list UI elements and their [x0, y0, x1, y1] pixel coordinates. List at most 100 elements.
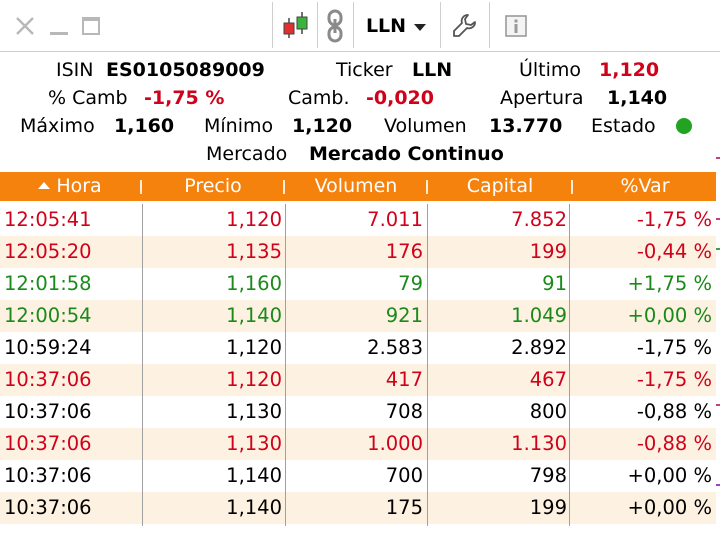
maximo-value: 1,160: [114, 115, 175, 137]
cell-precio: 1,130: [226, 432, 282, 455]
candlestick-icon: [283, 12, 308, 38]
mercado-value: Mercado Continuo: [309, 143, 504, 165]
cell-capital: 91: [542, 272, 567, 295]
isin-value: ES0105089009: [106, 59, 265, 81]
table-row[interactable]: 10:59:24 1,120 2.583 2.892 -1,75 %: [0, 332, 716, 364]
toolbar: LLN: [0, 0, 720, 52]
quote-summary: ISIN ES0105089009 Ticker LLN Último 1,12…: [0, 52, 720, 170]
trades-table-body: 12:05:41 1,120 7.011 7.852 -1,75 % 12:05:20 1,…: [0, 204, 716, 524]
cell-precio: 1,160: [226, 272, 282, 295]
cell-volumen: 79: [398, 272, 423, 295]
cell-volumen: 1.000: [367, 432, 423, 455]
column-header-precio[interactable]: Precio: [143, 172, 283, 201]
summary-row-3: Máximo 1,160 Mínimo 1,120 Volumen 13.770…: [0, 112, 720, 140]
maximize-icon: [82, 17, 100, 35]
cell-volumen: 175: [385, 496, 423, 519]
info-button[interactable]: [496, 0, 536, 52]
cell-var: -0,88 %: [636, 432, 712, 455]
ticker-label: Ticker: [336, 59, 393, 81]
cell-precio: 1,140: [226, 496, 282, 519]
minimize-button[interactable]: [46, 0, 72, 52]
cell-capital: 467: [529, 368, 567, 391]
cell-hora: 10:37:06: [4, 368, 92, 391]
cell-precio: 1,140: [226, 304, 282, 327]
cell-precio: 1,120: [226, 208, 282, 231]
chart-button[interactable]: [276, 0, 316, 52]
cell-volumen: 7.011: [367, 208, 423, 231]
isin-label: ISIN: [56, 59, 94, 81]
cell-var: -1,75 %: [636, 368, 712, 391]
ultimo-value: 1,120: [599, 59, 660, 81]
cell-capital: 2.892: [511, 336, 567, 359]
column-header-hora[interactable]: Hora: [0, 172, 140, 201]
cell-capital: 798: [529, 464, 567, 487]
maximo-label: Máximo: [20, 115, 95, 137]
table-row[interactable]: 10:37:06 1,130 1.000 1.130 -0,88 %: [0, 428, 716, 460]
cell-volumen: 176: [385, 240, 423, 263]
column-header-volumen[interactable]: Volumen: [286, 172, 426, 201]
ticker-dropdown[interactable]: LLN: [356, 0, 436, 52]
chevron-down-icon: [414, 23, 427, 31]
cell-var: -0,44 %: [636, 240, 712, 263]
cell-volumen: 417: [385, 368, 423, 391]
settings-button[interactable]: [444, 0, 484, 52]
table-row[interactable]: 12:05:41 1,120 7.011 7.852 -1,75 %: [0, 204, 716, 236]
cell-volumen: 700: [385, 464, 423, 487]
maximize-button[interactable]: [78, 0, 104, 52]
ticker-dropdown-value: LLN: [365, 15, 407, 37]
cell-precio: 1,120: [226, 336, 282, 359]
cell-capital: 1.049: [511, 304, 567, 327]
table-row[interactable]: 10:37:06 1,140 700 798 +0,00 %: [0, 460, 716, 492]
cell-hora: 12:00:54: [4, 304, 92, 327]
table-row[interactable]: 12:05:20 1,135 176 199 -0,44 %: [0, 236, 716, 268]
cell-var: +0,00 %: [627, 464, 712, 487]
cell-hora: 10:37:06: [4, 400, 92, 423]
volumen-label: Volumen: [384, 115, 467, 137]
column-header-var[interactable]: %Var: [574, 172, 716, 201]
cell-hora: 10:37:06: [4, 464, 92, 487]
table-row[interactable]: 12:01:58 1,160 79 91 +1,75 %: [0, 268, 716, 300]
minimo-label: Mínimo: [204, 115, 274, 137]
cell-var: -0,88 %: [636, 400, 712, 423]
cell-capital: 199: [529, 496, 567, 519]
cell-precio: 1,135: [226, 240, 282, 263]
cell-precio: 1,130: [226, 400, 282, 423]
link-button[interactable]: [318, 0, 352, 52]
estado-label: Estado: [591, 115, 656, 137]
table-row[interactable]: 12:00:54 1,140 921 1.049 +0,00 %: [0, 300, 716, 332]
minimo-value: 1,120: [292, 115, 353, 137]
table-row[interactable]: 10:37:06 1,140 175 199 +0,00 %: [0, 492, 716, 524]
column-header-capital[interactable]: Capital: [429, 172, 571, 201]
apertura-value: 1,140: [607, 87, 668, 109]
cell-capital: 7.852: [511, 208, 567, 231]
cell-var: +0,00 %: [627, 304, 712, 327]
cell-hora: 12:05:41: [4, 208, 92, 231]
change-label: Camb.: [288, 87, 350, 109]
table-row[interactable]: 10:37:06 1,120 417 467 -1,75 %: [0, 364, 716, 396]
cell-capital: 1.130: [511, 432, 567, 455]
summary-row-4: Mercado Mercado Continuo: [0, 140, 720, 168]
cell-precio: 1,140: [226, 464, 282, 487]
cell-capital: 800: [529, 400, 567, 423]
cell-hora: 10:59:24: [4, 336, 92, 359]
apertura-label: Apertura: [500, 87, 584, 109]
cell-var: +1,75 %: [627, 272, 712, 295]
close-button[interactable]: [10, 0, 40, 52]
sort-ascending-icon: [38, 182, 51, 189]
minimize-icon: [50, 32, 68, 35]
cell-hora: 12:05:20: [4, 240, 92, 263]
cell-var: -1,75 %: [636, 336, 712, 359]
cell-var: +0,00 %: [627, 496, 712, 519]
cell-hora: 12:01:58: [4, 272, 92, 295]
change-value: -0,020: [366, 87, 434, 109]
cell-volumen: 921: [385, 304, 423, 327]
cell-var: -1,75 %: [636, 208, 712, 231]
status-dot-icon: [676, 118, 692, 134]
info-icon: [505, 15, 527, 37]
table-row[interactable]: 10:37:06 1,130 708 800 -0,88 %: [0, 396, 716, 428]
cell-capital: 199: [529, 240, 567, 263]
summary-row-1: ISIN ES0105089009 Ticker LLN Último 1,12…: [0, 56, 720, 84]
ticker-value: LLN: [412, 59, 453, 81]
volumen-value: 13.770: [489, 115, 563, 137]
cell-hora: 10:37:06: [4, 496, 92, 519]
